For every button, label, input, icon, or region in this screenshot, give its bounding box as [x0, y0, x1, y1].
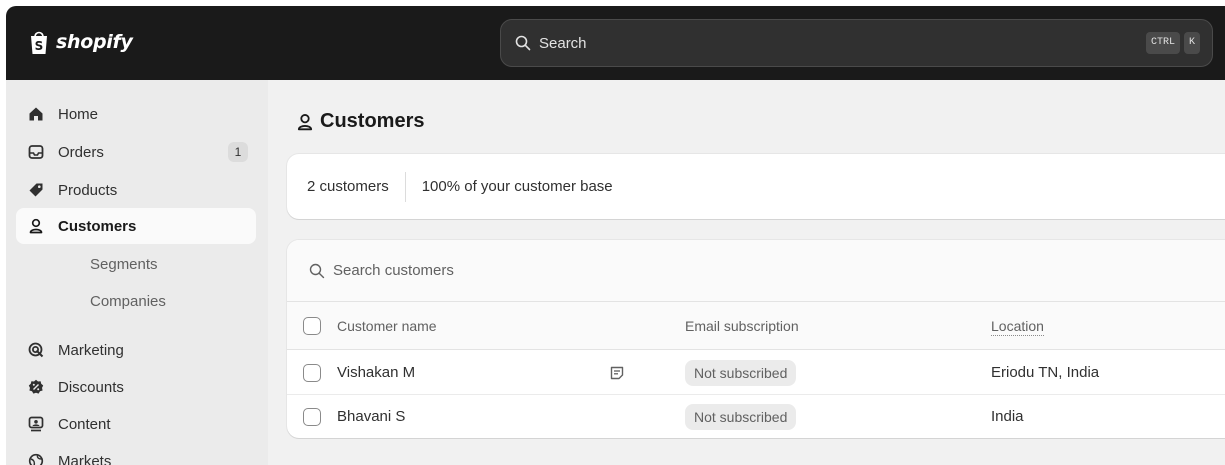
customer-search-row[interactable]: Search customers: [287, 240, 1225, 302]
stats-divider: [404, 171, 406, 202]
customer-name[interactable]: Vishakan M: [337, 364, 415, 381]
search-label: Search: [539, 34, 587, 52]
customer-base-share: 100% of your customer base: [421, 178, 613, 195]
sidebar-nav: Home Orders 1 Products Customers Segment…: [6, 80, 268, 465]
search-customers-input[interactable]: Search customers: [333, 262, 454, 279]
person-icon: [29, 218, 43, 234]
shopify-logo[interactable]: S shopify: [28, 28, 133, 56]
sidebar-item-products[interactable]: Products: [16, 172, 256, 208]
svg-text:S: S: [35, 39, 44, 53]
customer-location: Eriodu TN, India: [991, 364, 1100, 381]
sidebar-item-label: Customers: [58, 217, 137, 235]
customer-name[interactable]: Bhavani S: [337, 408, 405, 425]
globe-icon: [28, 453, 44, 465]
sidebar-item-label: Content: [58, 415, 111, 433]
search-icon: [309, 263, 325, 278]
sidebar-item-marketing[interactable]: Marketing: [16, 332, 256, 368]
customer-location: India: [991, 408, 1024, 425]
sidebar-item-label: Segments: [90, 255, 158, 273]
sidebar-item-label: Discounts: [58, 378, 124, 396]
sidebar-item-segments[interactable]: Segments: [16, 246, 256, 282]
sidebar-item-label: Home: [58, 105, 99, 123]
top-bar: S shopify Search CTRL K: [6, 6, 1225, 80]
page-title-text: Customers: [320, 110, 425, 132]
table-row[interactable]: Vishakan M Not subscribed Eriodu TN, Ind…: [287, 351, 1225, 395]
search-icon: [515, 35, 531, 51]
column-customer-name[interactable]: Customer name: [337, 318, 437, 334]
note-icon[interactable]: [609, 365, 625, 381]
table-header: Customer name Email subscription Locatio…: [287, 302, 1225, 350]
customer-stats-card: 2 customers 100% of your customer base: [287, 154, 1225, 219]
sidebar-item-label: Orders: [58, 143, 104, 161]
tag-icon: [29, 183, 43, 197]
shortcut-key-k: K: [1183, 32, 1200, 54]
content-icon: [28, 416, 44, 432]
row-checkbox[interactable]: [303, 408, 321, 426]
orders-count-badge: 1: [228, 142, 248, 162]
sidebar-item-companies[interactable]: Companies: [16, 283, 256, 319]
shopify-bag-icon: S: [31, 31, 47, 54]
sidebar-item-content[interactable]: Content: [16, 406, 256, 442]
sidebar-item-orders[interactable]: Orders 1: [16, 134, 256, 170]
subscription-status-badge: Not subscribed: [685, 404, 797, 430]
table-row[interactable]: Bhavani S Not subscribed India: [287, 395, 1225, 438]
home-icon: [29, 107, 43, 121]
sidebar-item-label: Companies: [90, 292, 166, 310]
target-icon: [28, 342, 44, 358]
sidebar-item-label: Products: [58, 181, 118, 199]
admin-window: S shopify Search CTRL K Home Orders 1 Pr…: [6, 6, 1225, 465]
sidebar-item-customers[interactable]: Customers: [16, 208, 256, 244]
customer-count: 2 customers: [307, 178, 389, 195]
sidebar-item-markets[interactable]: Markets: [16, 443, 256, 465]
column-email-subscription[interactable]: Email subscription: [685, 318, 799, 334]
column-location[interactable]: Location: [991, 318, 1044, 336]
subscription-status-badge: Not subscribed: [685, 360, 797, 386]
person-icon: [297, 113, 313, 130]
row-checkbox[interactable]: [303, 364, 321, 382]
select-all-checkbox[interactable]: [303, 317, 321, 335]
shortcut-key-ctrl: CTRL: [1145, 32, 1180, 54]
global-search-bar[interactable]: Search CTRL K: [500, 19, 1213, 67]
page-title: Customers: [296, 110, 424, 133]
discount-icon: [28, 379, 44, 394]
sidebar-item-label: Marketing: [58, 341, 124, 359]
sidebar-item-label: Markets: [58, 452, 112, 465]
sidebar-item-home[interactable]: Home: [16, 96, 256, 132]
orders-icon: [28, 145, 44, 159]
brand-name: shopify: [56, 31, 133, 53]
sidebar-item-discounts[interactable]: Discounts: [16, 369, 256, 405]
customers-table-card: Search customers Customer name Email sub…: [287, 240, 1225, 438]
